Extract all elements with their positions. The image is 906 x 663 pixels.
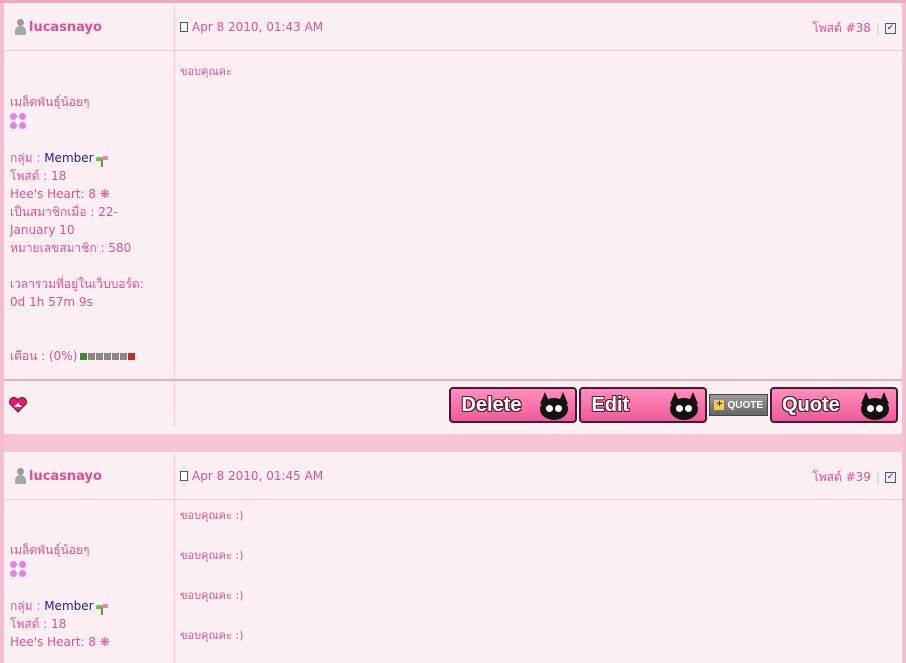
delete-button[interactable]: Delete	[449, 387, 578, 423]
rank-image	[10, 559, 110, 579]
sprout-icon	[95, 153, 108, 167]
date-text: Apr 8 2010, 01:45 AM	[192, 469, 324, 483]
document-icon	[180, 22, 188, 32]
post-content: ขอบคุณคะ	[180, 62, 232, 80]
cat-icon	[667, 390, 701, 420]
column-divider	[174, 5, 175, 427]
author-nickname: เมล็ดพันธุ์น้อยๆ	[10, 543, 90, 557]
join-date: เป็นสมาชิกเมื่อ : 22-January 10	[10, 205, 118, 237]
author-name[interactable]: lucasnayo	[29, 20, 102, 35]
content-line: ขอบคุณคะ	[180, 65, 232, 78]
edit-label: Edit	[591, 393, 630, 416]
post-actions: Delete Edit + QUOTE Quote	[449, 387, 898, 423]
divider: |	[875, 470, 880, 485]
post-author[interactable]: lucasnayo	[14, 468, 102, 484]
flower-icon	[10, 560, 26, 577]
document-icon	[180, 471, 188, 481]
cat-icon	[537, 390, 571, 420]
date-text: Apr 8 2010, 01:43 AM	[192, 20, 324, 34]
multiquote-label: QUOTE	[727, 399, 763, 411]
hearts-count: Hee's Heart: 8 ❋	[10, 635, 110, 649]
plus-icon: +	[714, 400, 725, 410]
user-icon	[14, 468, 26, 484]
select-checkbox[interactable]: ✓	[885, 472, 896, 483]
post-header: lucasnayo Apr 8 2010, 01:45 AM โพสต์ #39…	[4, 454, 902, 500]
group-label: กลุ่ม :	[10, 151, 45, 165]
group-value: Member	[44, 151, 94, 165]
content-line: ขอบคุณคะ :)	[180, 629, 244, 642]
group-line: กลุ่ม : Member	[10, 149, 160, 167]
post-count: โพสต์ : 18	[10, 617, 67, 631]
post-header: lucasnayo Apr 8 2010, 01:43 AM โพสต์ #38…	[4, 5, 902, 51]
quote-button[interactable]: Quote	[770, 387, 898, 423]
content-line: ขอบคุณคะ :)	[180, 549, 244, 562]
multiquote-button[interactable]: + QUOTE	[709, 394, 768, 416]
edit-button[interactable]: Edit	[579, 387, 708, 423]
post-separator	[4, 434, 902, 452]
select-checkbox[interactable]: ✓	[885, 23, 896, 34]
delete-label: Delete	[461, 393, 522, 416]
post-number: โพสต์ #38 | ✓	[812, 19, 896, 38]
post-date: Apr 8 2010, 01:43 AM	[180, 20, 323, 34]
warn-bar	[80, 353, 136, 360]
post-number: โพสต์ #39 | ✓	[812, 468, 896, 487]
online-time-label: เวลารวมที่อยู่ในเว็บบอร์ด:	[10, 277, 144, 291]
group-line: กลุ่ม : Member	[10, 597, 110, 615]
top-border	[0, 0, 906, 3]
author-nickname: เมล็ดพันธุ์น้อยๆ	[10, 95, 90, 109]
heart-icon[interactable]	[9, 397, 27, 413]
content-line: ขอบคุณคะ :)	[180, 509, 244, 522]
quote-label: Quote	[782, 393, 840, 416]
post-author[interactable]: lucasnayo	[14, 19, 102, 35]
member-number: หมายเลขสมาชิก : 580	[10, 241, 132, 255]
post-38: lucasnayo Apr 8 2010, 01:43 AM โพสต์ #38…	[4, 5, 902, 445]
post-number-link[interactable]: โพสต์ #39	[812, 468, 871, 487]
group-label: กลุ่ม :	[10, 599, 45, 613]
post-date: Apr 8 2010, 01:45 AM	[180, 469, 323, 483]
author-name[interactable]: lucasnayo	[29, 469, 102, 484]
post-count: โพสต์ : 18	[10, 169, 67, 183]
sprout-icon	[95, 601, 108, 615]
warn-line: เตือน : (0%)	[10, 347, 160, 365]
flower-icon	[10, 112, 26, 129]
group-value: Member	[44, 599, 94, 613]
online-time-value: 0d 1h 57m 9s	[10, 295, 93, 309]
post-39: lucasnayo Apr 8 2010, 01:45 AM โพสต์ #39…	[4, 454, 902, 663]
hearts-count: Hee's Heart: 8 ❋	[10, 187, 110, 201]
warn-level: เตือน : (0%)	[10, 349, 78, 363]
content-line: ขอบคุณคะ :)	[180, 589, 244, 602]
user-icon	[14, 19, 26, 35]
rank-image	[10, 111, 160, 131]
post-number-link[interactable]: โพสต์ #38	[812, 19, 871, 38]
author-info: เมล็ดพันธุ์น้อยๆ กลุ่ม : Member โพสต์ : …	[10, 93, 160, 365]
post-footer: Delete Edit + QUOTE Quote	[4, 379, 902, 427]
author-info: เมล็ดพันธุ์น้อยๆ กลุ่ม : Member โพสต์ : …	[10, 541, 110, 651]
post-content: ขอบคุณคะ :) ขอบคุณคะ :) ขอบคุณคะ :) ขอบค…	[180, 509, 243, 643]
divider: |	[875, 21, 880, 36]
cat-icon	[858, 390, 892, 420]
